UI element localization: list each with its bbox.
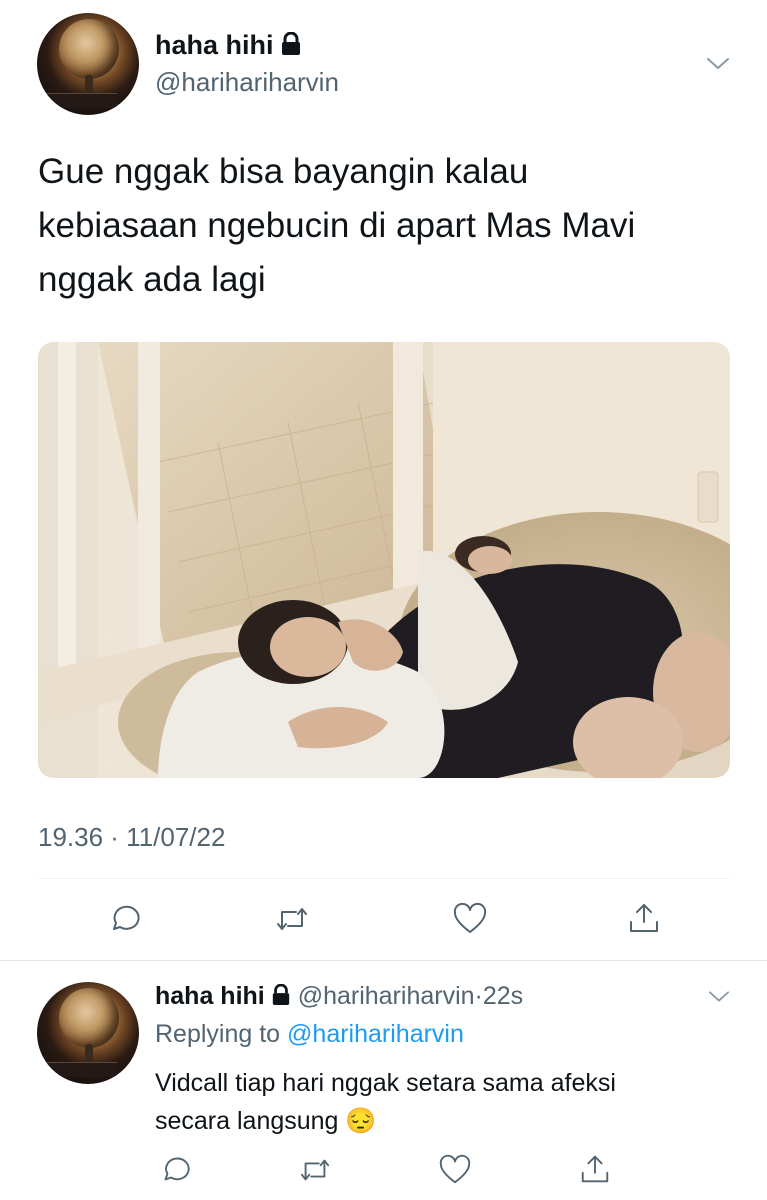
- reply-header: haha hihi @harihariharvin·22s: [155, 982, 523, 1011]
- divider: [38, 878, 730, 879]
- globe-stand: [85, 75, 93, 95]
- globe-stand: [85, 1044, 93, 1064]
- lock-icon: [272, 984, 289, 1005]
- tweet-text-line: Gue nggak bisa bayangin kalau: [38, 152, 529, 191]
- reply-text-line: Vidcall tiap hari nggak setara sama afek…: [155, 1069, 616, 1097]
- display-name-text: haha hihi: [155, 30, 274, 60]
- replying-to-prefix: Replying to: [155, 1020, 281, 1048]
- reply-like-button[interactable]: [438, 1154, 472, 1186]
- reply-more-options-button[interactable]: [707, 986, 731, 1006]
- photo-image: [38, 342, 730, 778]
- reply-handle[interactable]: @harihariharvin: [298, 982, 475, 1010]
- share-icon: [581, 1155, 609, 1183]
- globe-image: [59, 19, 119, 79]
- heart-icon: [439, 1154, 471, 1184]
- tweet-photo[interactable]: [38, 342, 730, 778]
- chevron-down-icon: [709, 991, 729, 1002]
- section-divider: [0, 960, 767, 961]
- heart-icon: [453, 902, 487, 933]
- book-image: [47, 1062, 117, 1077]
- reply-reply-button[interactable]: [158, 1154, 190, 1186]
- book-image: [47, 93, 117, 108]
- tweet-text-line: kebiasaan ngebucin di apart Mas Mavi: [38, 206, 636, 245]
- reply-retweet-button[interactable]: [297, 1154, 333, 1186]
- reply-share-button[interactable]: [578, 1152, 612, 1186]
- display-name[interactable]: haha hihi: [155, 30, 302, 61]
- retweet-button[interactable]: [273, 902, 311, 936]
- retweet-icon: [300, 1159, 330, 1181]
- like-button[interactable]: [452, 902, 488, 936]
- more-options-button[interactable]: [705, 52, 731, 74]
- reply-icon: [164, 1157, 190, 1181]
- reply-button[interactable]: [106, 902, 140, 936]
- replying-to-handle[interactable]: @harihariharvin: [287, 1020, 464, 1048]
- handle[interactable]: @harihariharvin: [155, 67, 339, 98]
- reply-text: Vidcall tiap hari nggak setara sama afek…: [155, 1064, 755, 1140]
- reply-text-line: secara langsung 😔: [155, 1107, 377, 1135]
- share-button[interactable]: [626, 900, 662, 936]
- tweet-text-line: nggak ada lagi: [38, 260, 266, 299]
- globe-image: [59, 988, 119, 1048]
- share-icon: [630, 904, 658, 932]
- reply-icon: [113, 905, 140, 930]
- reply-time[interactable]: 22s: [483, 982, 523, 1010]
- avatar[interactable]: [37, 13, 139, 115]
- tweet-timestamp[interactable]: 19.36 · 11/07/22: [38, 822, 225, 853]
- replying-to: Replying to @harihariharvin: [155, 1020, 464, 1049]
- reply-display-name[interactable]: haha hihi: [155, 982, 265, 1010]
- chevron-down-icon: [707, 58, 729, 69]
- lock-icon: [281, 32, 300, 55]
- separator-dot: ·: [474, 982, 483, 1010]
- reply-avatar[interactable]: [37, 982, 139, 1084]
- tweet-text: Gue nggak bisa bayangin kalau kebiasaan …: [38, 145, 738, 307]
- retweet-icon: [277, 908, 307, 930]
